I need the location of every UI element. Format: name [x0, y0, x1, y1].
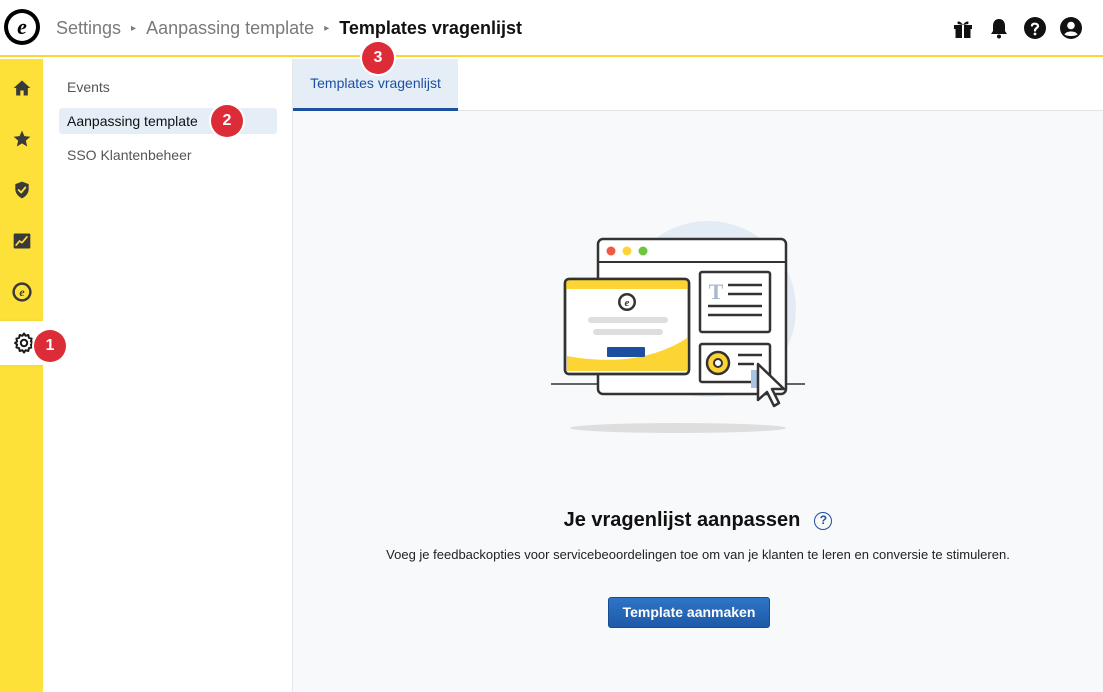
- illustration-text-letter: T: [709, 279, 724, 304]
- subnav-item-events[interactable]: Events: [59, 74, 277, 100]
- nav-trust[interactable]: [0, 168, 43, 212]
- nav-favorites[interactable]: [0, 117, 43, 161]
- nav-analytics[interactable]: [0, 219, 43, 263]
- gear-icon: [14, 332, 34, 354]
- bell-icon[interactable]: [987, 16, 1011, 40]
- breadcrumb-separator-icon: ▸: [131, 22, 137, 34]
- window-dot-yellow: [622, 246, 632, 256]
- gift-icon[interactable]: [951, 16, 975, 40]
- chart-icon: [13, 233, 30, 249]
- illustration-shadow: [570, 423, 786, 433]
- breadcrumb-aanpassing-template[interactable]: Aanpassing template: [146, 18, 314, 39]
- brand-logo-inner: e: [8, 13, 36, 41]
- headline-text: Je vragenlijst aanpassen: [563, 509, 801, 531]
- questionnaire-illustration: T e: [548, 214, 808, 436]
- main-content: Templates vragenlijst T e Je vragenlijst…: [293, 59, 1103, 692]
- primary-nav-rail: e: [0, 59, 48, 692]
- svg-text:e: e: [625, 297, 630, 309]
- shield-check-icon: [14, 181, 29, 199]
- top-header: e Settings ▸ Aanpassing template ▸ Templ…: [0, 0, 1103, 57]
- window-dot-green: [638, 246, 648, 256]
- subnav-item-sso-klantenbeheer[interactable]: SSO Klantenbeheer: [59, 142, 277, 168]
- home-icon: [13, 80, 30, 96]
- nav-trusted[interactable]: e: [0, 270, 43, 314]
- breadcrumb-separator-icon: ▸: [324, 22, 330, 34]
- nav-home[interactable]: [0, 66, 43, 110]
- svg-text:e: e: [19, 285, 25, 299]
- subnav-item-aanpassing-template[interactable]: Aanpassing template: [59, 108, 277, 134]
- step-badge-3: 3: [362, 42, 394, 74]
- help-icon[interactable]: [1023, 16, 1047, 40]
- header-actions: [951, 16, 1083, 40]
- empty-state-description: Voeg je feedbackopties voor servicebeoor…: [386, 547, 1010, 562]
- create-template-button[interactable]: Template aanmaken: [608, 597, 770, 628]
- star-icon: [13, 130, 30, 147]
- brand-logo[interactable]: e: [4, 9, 40, 45]
- brand-logo-letter: e: [17, 14, 27, 39]
- illustration-form-button: [607, 347, 645, 357]
- empty-state-headline: Je vragenlijst aanpassen ?: [293, 509, 1103, 532]
- breadcrumb-settings[interactable]: Settings: [56, 18, 121, 39]
- step-badge-2: 2: [211, 105, 243, 137]
- step-badge-1: 1: [34, 330, 66, 362]
- breadcrumb-current: Templates vragenlijst: [339, 17, 522, 38]
- trusted-e-icon: e: [11, 282, 32, 302]
- breadcrumb: Settings ▸ Aanpassing template ▸ Templat…: [56, 16, 522, 40]
- account-icon[interactable]: [1059, 16, 1083, 40]
- tab-bar: Templates vragenlijst: [293, 59, 1103, 111]
- help-circle-icon[interactable]: ?: [814, 511, 833, 530]
- window-dot-red: [606, 246, 616, 256]
- settings-subnav: Events Aanpassing template SSO Klantenbe…: [43, 59, 293, 692]
